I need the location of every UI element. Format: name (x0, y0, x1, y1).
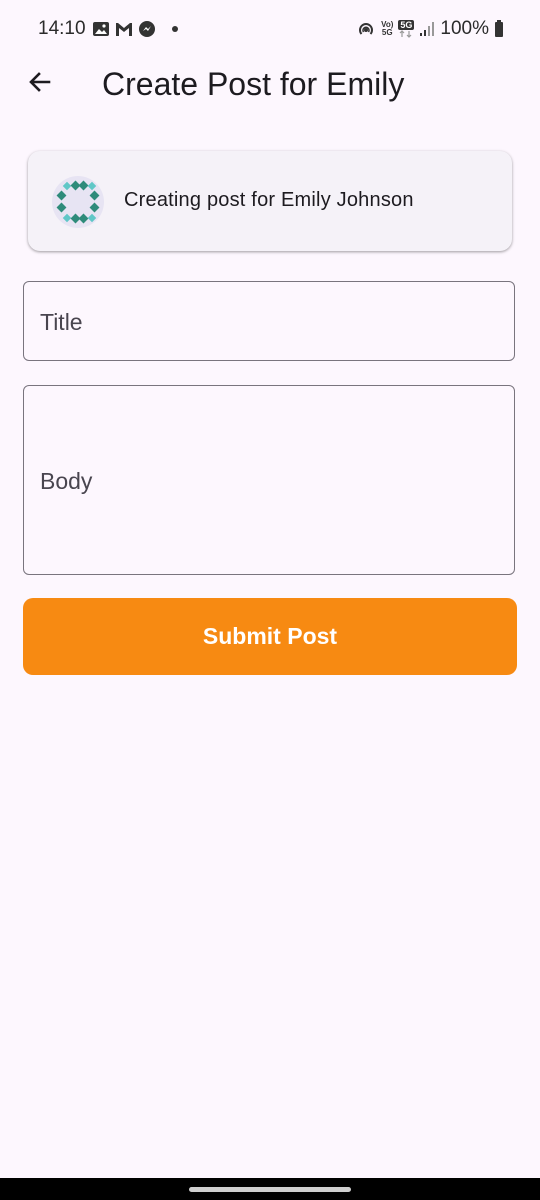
geometric-avatar-icon (52, 180, 104, 228)
home-gesture-handle[interactable] (189, 1187, 351, 1192)
notification-dot-icon (172, 26, 178, 32)
gmail-icon (114, 20, 134, 38)
network-label: 5G (398, 20, 415, 30)
signal-strength-icon (419, 20, 435, 38)
title-input[interactable]: Title (23, 281, 515, 361)
page-title: Create Post for Emily (102, 66, 405, 102)
network-5g-icon: 5G (398, 20, 415, 38)
submit-post-button[interactable]: Submit Post (23, 598, 517, 675)
submit-post-label: Submit Post (202, 623, 338, 649)
avatar (52, 176, 104, 228)
body-placeholder: Body (40, 468, 93, 494)
app-bar: Create Post for Emily (0, 56, 540, 112)
battery-icon (494, 19, 504, 39)
system-navigation-bar (0, 1178, 540, 1200)
status-notification-icons (92, 20, 178, 38)
status-system-icons: Vo) 5G 5G 100% (356, 18, 504, 40)
arrow-left-icon (27, 69, 53, 100)
title-placeholder: Title (40, 309, 83, 335)
status-bar: 14:10 Vo) 5G 5G 100% (0, 0, 540, 60)
back-button[interactable] (20, 64, 60, 104)
volte-sublabel: 5G (381, 28, 393, 37)
body-input[interactable]: Body (23, 385, 515, 575)
chat-bubble-icon (138, 20, 156, 38)
author-info-text: Creating post for Emily Johnson (124, 189, 414, 211)
author-info-card: Creating post for Emily Johnson (28, 151, 512, 251)
gallery-icon (92, 20, 110, 38)
volte-icon: Vo) 5G (381, 21, 393, 37)
status-time: 14:10 (38, 18, 86, 39)
battery-percentage: 100% (440, 18, 489, 39)
hotspot-icon (356, 20, 376, 38)
